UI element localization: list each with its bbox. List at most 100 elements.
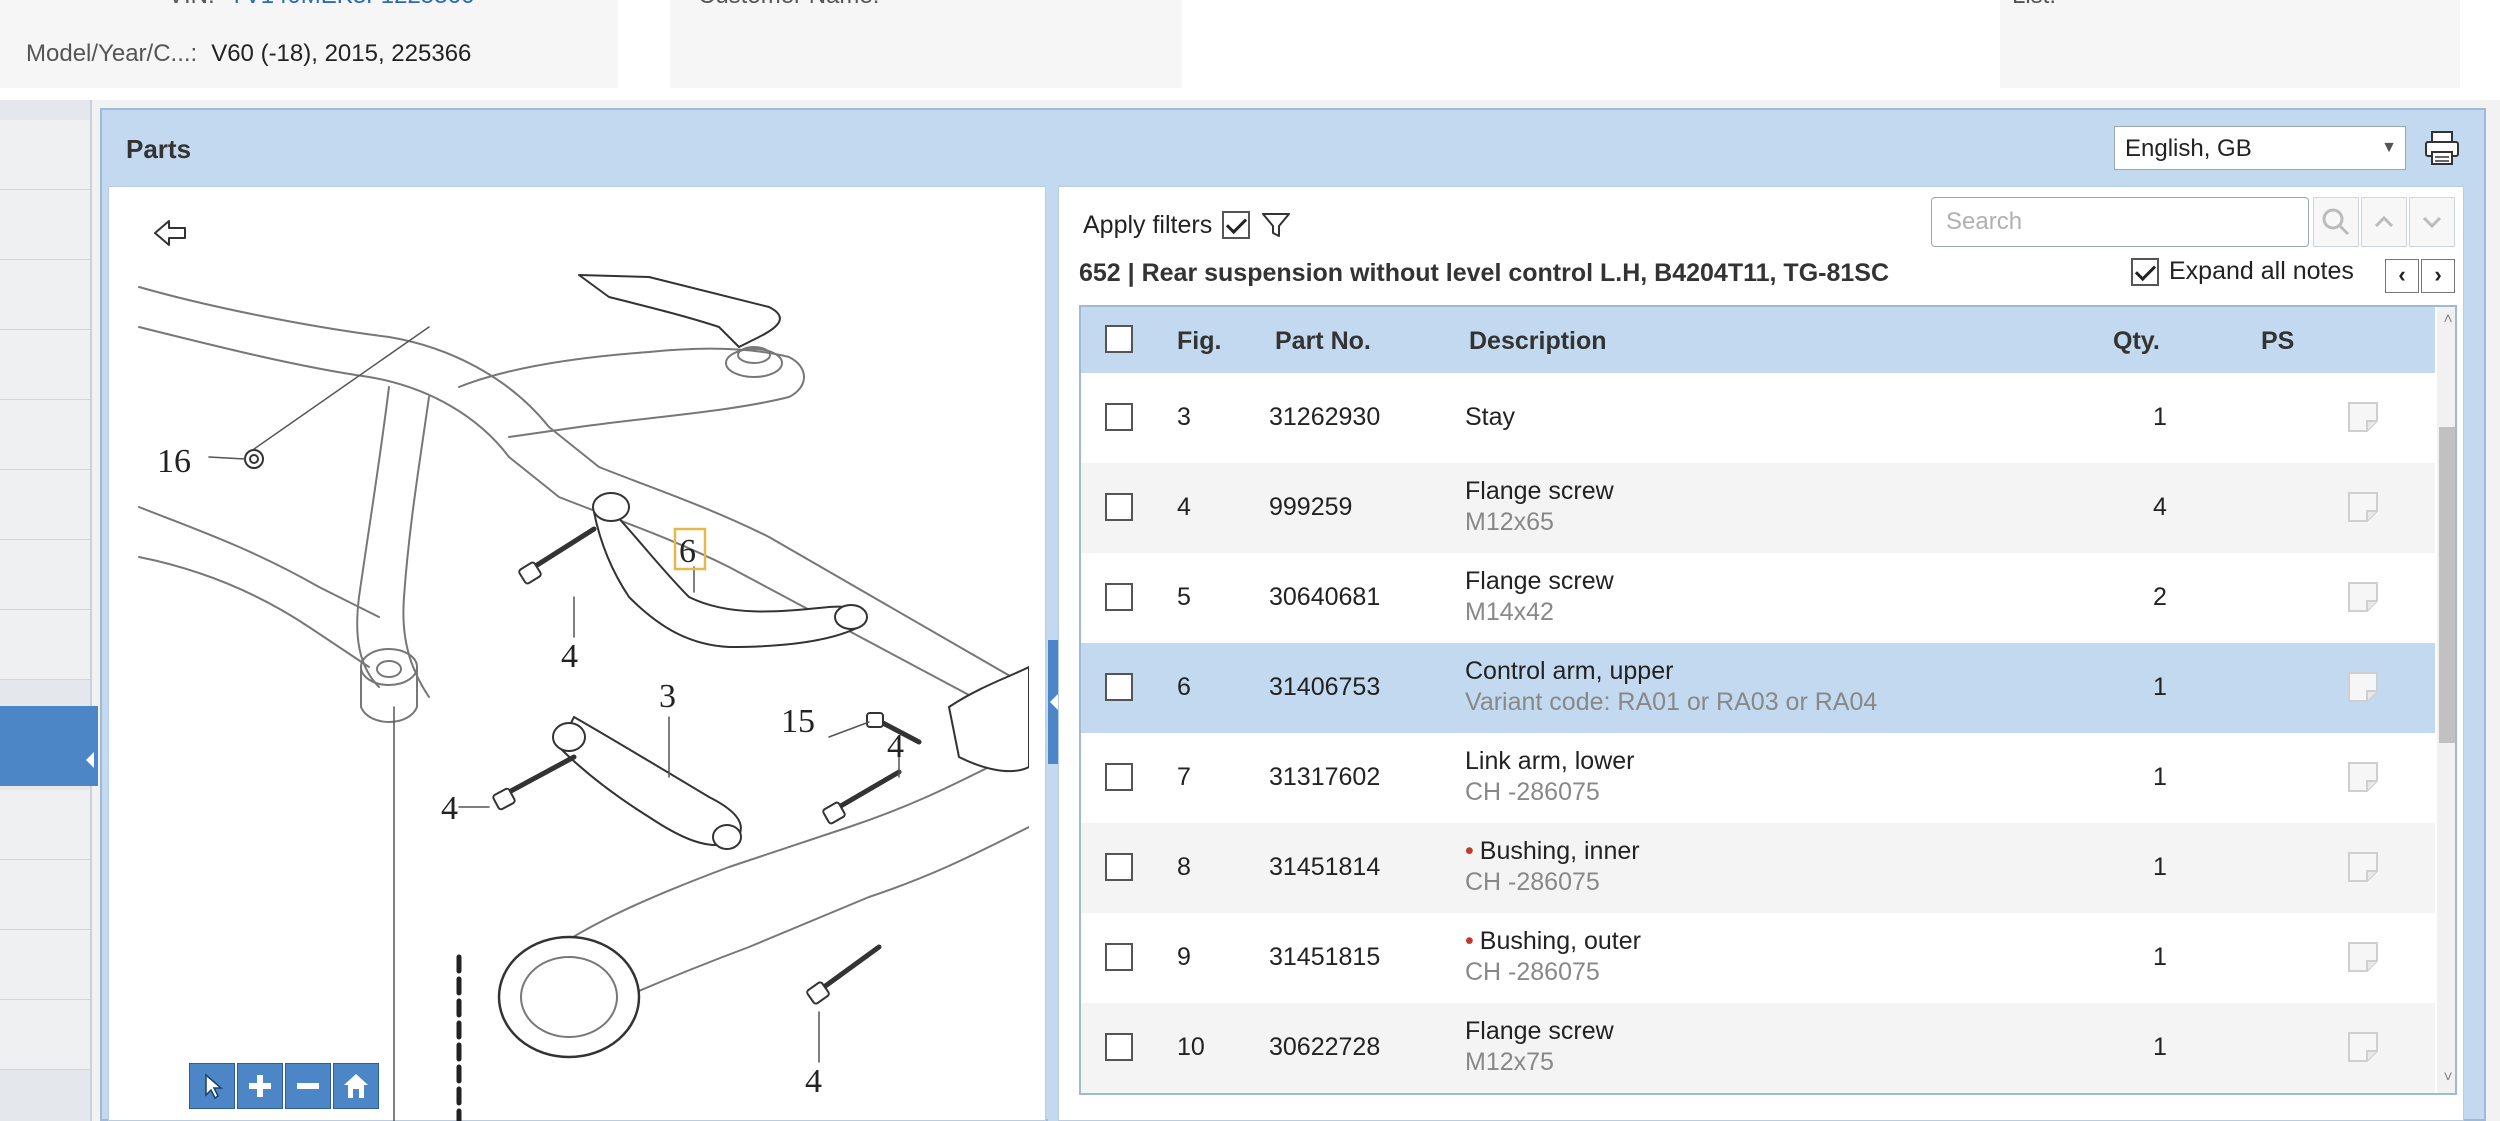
next-section-button[interactable]: › — [2421, 259, 2455, 293]
column-header-qty[interactable]: Qty. — [2113, 327, 2160, 356]
row-fig: 7 — [1177, 763, 1191, 791]
diagram-zoom-toolbar — [189, 1063, 379, 1111]
table-row[interactable]: 10 30622728 Flange screw M12x75 1 — [1081, 1003, 2435, 1093]
print-icon[interactable] — [2422, 128, 2462, 168]
apply-filters-checkbox[interactable] — [1222, 211, 1251, 239]
table-row[interactable]: 3 31262930 Stay 1 — [1081, 373, 2435, 463]
row-part-number[interactable]: 31406753 — [1269, 673, 1380, 702]
nav-tab[interactable] — [0, 540, 90, 610]
row-checkbox[interactable] — [1105, 583, 1133, 611]
description-text: Control arm, upper — [1465, 657, 1674, 685]
note-icon[interactable] — [2345, 759, 2381, 795]
column-header-fig[interactable]: Fig. — [1177, 327, 1221, 356]
scroll-down-icon[interactable]: ˅ — [2439, 1069, 2455, 1089]
row-checkbox[interactable] — [1105, 1033, 1133, 1061]
callout-label[interactable]: 3 — [659, 678, 676, 715]
reset-view-button[interactable] — [333, 1063, 379, 1109]
row-checkbox[interactable] — [1105, 493, 1133, 521]
row-part-number[interactable]: 30622728 — [1269, 1033, 1380, 1062]
note-bullet: • — [1465, 927, 1474, 955]
search-icon — [2322, 208, 2350, 236]
column-header-description[interactable]: Description — [1469, 327, 1607, 356]
scroll-up-icon[interactable]: ˄ — [2439, 311, 2455, 331]
table-row[interactable]: 8 31451814 • Bushing, inner CH -286075 1 — [1081, 823, 2435, 913]
back-arrow-icon[interactable] — [151, 215, 191, 251]
vehicle-info-bar: VIN: YV140MEK3F1225366 Model/Year/C...: V6… — [0, 0, 2500, 100]
previous-section-button[interactable]: ‹ — [2385, 259, 2419, 293]
note-icon[interactable] — [2345, 669, 2381, 705]
customer-row: Customer Name: — [698, 0, 879, 10]
next-match-button[interactable] — [2409, 197, 2455, 247]
nav-tab[interactable] — [0, 190, 90, 260]
description-main: Flange screw — [1465, 477, 1614, 506]
exploded-parts-diagram[interactable]: 16 6 4 3 15 4 4 4 — [129, 267, 1029, 1121]
select-tool-button[interactable] — [189, 1063, 235, 1109]
row-checkbox[interactable] — [1105, 853, 1133, 881]
nav-tab[interactable] — [0, 330, 90, 400]
row-description: Flange screw M14x42 — [1465, 567, 1614, 627]
row-part-number[interactable]: 31262930 — [1269, 403, 1380, 432]
note-icon[interactable] — [2345, 399, 2381, 435]
table-row[interactable]: 6 31406753 Control arm, upper Variant code:… — [1081, 643, 2435, 733]
nav-tab[interactable] — [0, 930, 90, 1000]
table-row[interactable]: 7 31317602 Link arm, lower CH -286075 1 — [1081, 733, 2435, 823]
description-text: Bushing, outer — [1479, 927, 1641, 955]
row-checkbox[interactable] — [1105, 403, 1133, 431]
search-button[interactable] — [2313, 197, 2359, 247]
callout-label[interactable]: 4 — [441, 790, 458, 827]
search-input[interactable] — [1931, 197, 2309, 247]
callout-label[interactable]: 16 — [157, 443, 191, 480]
zoom-in-button[interactable] — [237, 1063, 283, 1109]
row-checkbox[interactable] — [1105, 943, 1133, 971]
note-icon[interactable] — [2345, 489, 2381, 525]
customer-label: Customer Name: — [698, 0, 879, 9]
note-icon[interactable] — [2345, 1029, 2381, 1065]
row-checkbox[interactable] — [1105, 673, 1133, 701]
callout-label[interactable]: 4 — [887, 728, 904, 765]
vin-link[interactable]: YV140MEK3F1225366 — [229, 0, 475, 9]
list-link[interactable]: — — [2070, 0, 2094, 9]
scrollbar-thumb[interactable] — [2439, 427, 2455, 743]
description-subtext: M14x42 — [1465, 598, 1554, 626]
nav-tab[interactable] — [0, 1000, 90, 1070]
expand-notes-control: Expand all notes — [2131, 257, 2354, 286]
column-header-ps[interactable]: PS — [2261, 327, 2294, 356]
description-subtext: CH -286075 — [1465, 868, 1600, 896]
note-icon[interactable] — [2345, 939, 2381, 975]
language-select[interactable]: English, GB ▼ — [2114, 126, 2406, 170]
callout-label[interactable]: 4 — [561, 638, 578, 675]
callout-label[interactable]: 15 — [781, 703, 815, 740]
note-icon[interactable] — [2345, 579, 2381, 615]
list-info-box: List: — — [2000, 0, 2460, 88]
zoom-out-button[interactable] — [285, 1063, 331, 1109]
nav-tab[interactable] — [0, 610, 90, 680]
table-row[interactable]: 9 31451815 • Bushing, outer CH -286075 1 — [1081, 913, 2435, 1003]
collapse-nav-button[interactable] — [0, 706, 98, 786]
customer-info-box: Customer Name: — [670, 0, 1182, 88]
row-checkbox[interactable] — [1105, 763, 1133, 791]
row-part-number[interactable]: 31317602 — [1269, 763, 1380, 792]
table-row[interactable]: 4 999259 Flange screw M12x65 4 — [1081, 463, 2435, 553]
nav-tab[interactable] — [0, 120, 90, 190]
note-icon[interactable] — [2345, 849, 2381, 885]
expand-notes-checkbox[interactable] — [2131, 257, 2159, 286]
nav-tab[interactable] — [0, 260, 90, 330]
table-scrollbar[interactable]: ˄ ˅ — [2437, 307, 2455, 1093]
nav-tab[interactable] — [0, 400, 90, 470]
column-header-part-no[interactable]: Part No. — [1275, 327, 1371, 356]
row-part-number[interactable]: 999259 — [1269, 493, 1352, 522]
row-part-number[interactable]: 31451814 — [1269, 853, 1380, 882]
row-description: Flange screw M12x65 — [1465, 477, 1614, 537]
callout-label[interactable]: 4 — [805, 1063, 822, 1100]
previous-match-button[interactable] — [2361, 197, 2407, 247]
callout-label[interactable]: 6 — [679, 533, 696, 570]
row-part-number[interactable]: 31451815 — [1269, 943, 1380, 972]
nav-tab[interactable] — [0, 860, 90, 930]
left-nav-strip — [0, 100, 98, 1121]
nav-tab[interactable] — [0, 470, 90, 540]
table-row[interactable]: 5 30640681 Flange screw M14x42 2 — [1081, 553, 2435, 643]
nav-tab[interactable] — [0, 790, 90, 860]
row-part-number[interactable]: 30640681 — [1269, 583, 1380, 612]
filter-icon[interactable] — [1260, 209, 1292, 241]
select-all-checkbox[interactable] — [1105, 325, 1133, 353]
